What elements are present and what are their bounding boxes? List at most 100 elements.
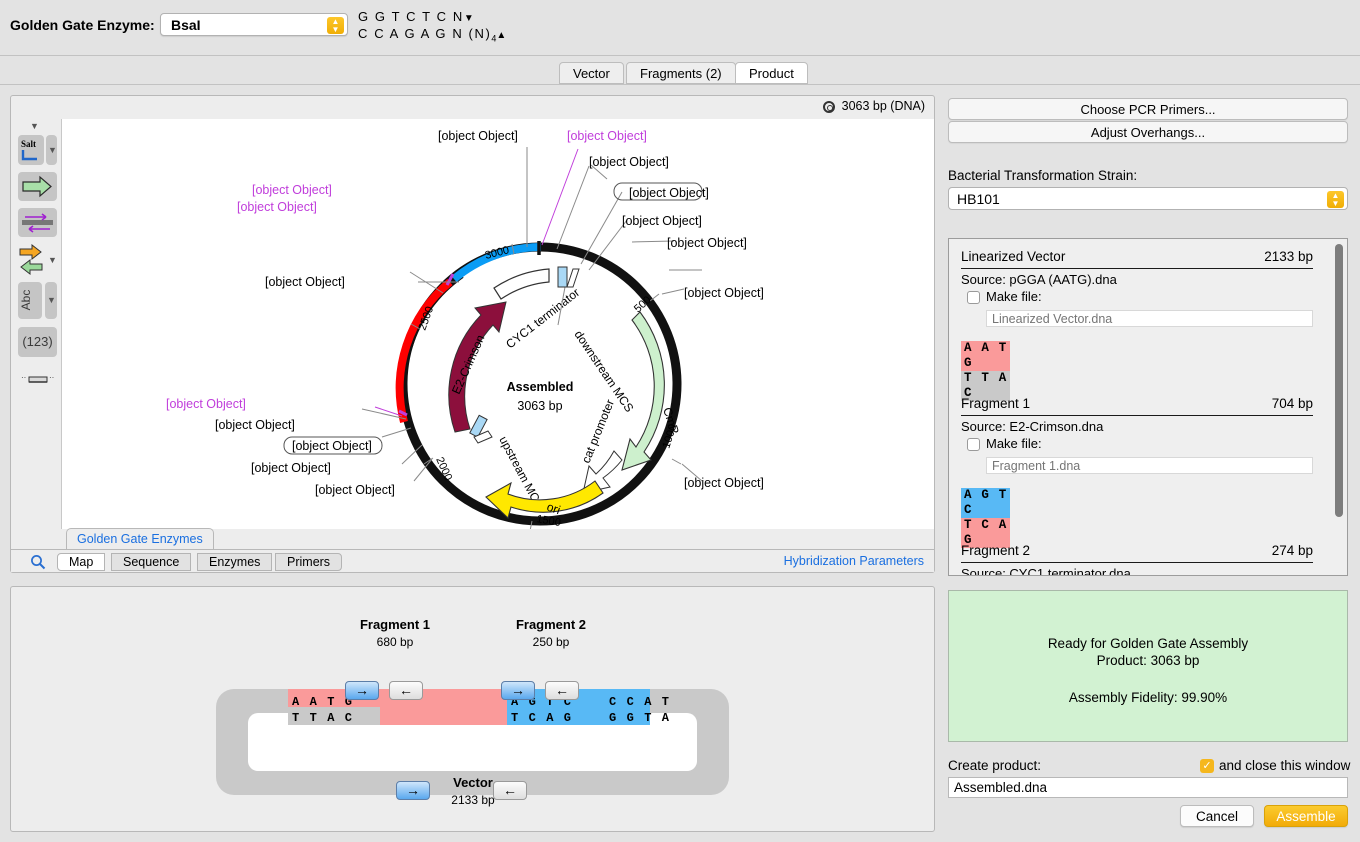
fragment-1-forward-button[interactable]: → — [345, 681, 379, 700]
toolbar-collapse-icon[interactable]: ▼ — [30, 121, 39, 131]
number-tool-button[interactable]: (123) — [18, 327, 57, 357]
map-label-frag2-rev: [object Object] — [567, 129, 647, 143]
green-arrow-icon — [22, 175, 52, 198]
chevron-down-icon: ▼ — [48, 145, 57, 155]
bacterial-strain-select[interactable]: HB101 ▲ ▼ — [948, 187, 1348, 210]
fragment-1-size: 680 bp — [377, 635, 414, 649]
enzyme-select[interactable]: BsaI ▲ ▼ — [160, 13, 348, 36]
plasmid-size: 3063 bp — [517, 399, 562, 413]
fragment-2-forward-button[interactable]: → — [501, 681, 535, 700]
svg-text:··: ·· — [49, 373, 54, 382]
enzyme-select-value: BsaI — [171, 17, 201, 33]
list-item-linearized-vector[interactable]: Linearized Vector 2133 bp Source: pGGA (… — [961, 249, 1313, 401]
cancel-button[interactable]: Cancel — [1180, 805, 1254, 827]
fragment-1-source: Source: E2-Crimson.dna — [961, 419, 1104, 434]
bacterial-strain-value: HB101 — [957, 191, 1000, 207]
primer-pair-icon — [22, 213, 53, 233]
map-label-bbsi-2558: [object Object] — [265, 275, 345, 289]
assemble-button[interactable]: Assemble — [1264, 805, 1348, 827]
tab-fragments[interactable]: Fragments (2) — [626, 62, 736, 84]
plasmid-map-canvas[interactable]: E2-Crimson CYC1 terminator downstream MC… — [61, 119, 934, 532]
cut-bottom-marker-icon: ▲ — [496, 30, 508, 41]
choose-pcr-primers-button[interactable]: Choose PCR Primers... — [948, 98, 1348, 120]
salt-tool-button[interactable]: Salt — [18, 135, 44, 165]
directional-arrows-tool-button[interactable] — [18, 243, 46, 276]
fragment-2-reverse-button[interactable]: ← — [545, 681, 579, 700]
golden-gate-enzyme-label: Golden Gate Enzyme: — [10, 17, 155, 33]
vector-size: 2133 bp — [451, 793, 495, 807]
adjust-overhangs-button[interactable]: Adjust Overhangs... — [948, 121, 1348, 143]
search-icon[interactable] — [30, 554, 46, 570]
view-tab-map[interactable]: Map — [57, 553, 106, 571]
tick-2500: 2500 — [417, 305, 437, 332]
fragment-1-header: Fragment 1 704 bp — [961, 396, 1313, 416]
abc-icon: Abc — [19, 290, 33, 311]
svg-text:Abc: Abc — [19, 290, 33, 311]
parts-list-scrollbar[interactable] — [1334, 243, 1344, 573]
status-line-fidelity: Assembly Fidelity: 99.90% — [1068, 690, 1228, 705]
tab-vector[interactable]: Vector — [559, 62, 624, 84]
list-item-fragment-1[interactable]: Fragment 1 704 bp Source: E2-Crimson.dna… — [961, 396, 1313, 548]
view-tab-sequence[interactable]: Sequence — [111, 553, 192, 571]
text-tool-button[interactable]: Abc — [18, 282, 42, 319]
fragment-diagram-panel[interactable]: A A T G T T A C A G T C T C A G C C A T … — [10, 586, 935, 832]
fragment-1-filename-input[interactable] — [986, 457, 1313, 474]
fragment-2-size: 274 bp — [1271, 543, 1313, 558]
recognition-site-display: G G T C T C N▼ C C A G A G N (N)4▲ — [358, 8, 508, 48]
close-window-checkbox[interactable]: ✓ — [1200, 759, 1214, 773]
list-item-fragment-2[interactable]: Fragment 2 274 bp Source: CYC1 terminato… — [961, 543, 1313, 575]
map-label-bbsi-2128: [object Object] — [215, 418, 295, 432]
linearized-vector-makefile-checkbox[interactable] — [967, 291, 980, 304]
fragment-1-size: 704 bp — [1271, 396, 1313, 411]
map-label-sp6-promoter: [object Object] — [292, 439, 372, 453]
assembly-parts-list[interactable]: Linearized Vector 2133 bp Source: pGGA (… — [948, 238, 1348, 576]
tick-1000: 1000 — [660, 423, 679, 450]
linearized-vector-makefile-row[interactable]: Make file: — [961, 289, 1313, 306]
linearized-vector-size: 2133 bp — [1264, 249, 1313, 264]
salt-tool-dropdown[interactable]: ▼ — [46, 135, 57, 165]
view-tab-primers[interactable]: Primers — [275, 553, 343, 571]
circular-dna-icon — [823, 101, 835, 113]
fragment-diagram-svg: A A T G T T A C A G T C T C A G C C A T … — [216, 617, 729, 807]
vector-reverse-button[interactable]: ← — [493, 781, 527, 800]
linearized-vector-header: Linearized Vector 2133 bp — [961, 249, 1313, 269]
map-label-bfuai-1994: [object Object] — [315, 483, 395, 497]
product-filename-input[interactable] — [948, 777, 1348, 798]
directional-arrows-dropdown-icon[interactable]: ▼ — [48, 255, 57, 265]
arrow-feature-tool-button[interactable] — [18, 172, 57, 201]
linearized-vector-filename-input[interactable] — [986, 310, 1313, 327]
map-label-bfuai-paqci: [object Object] — [251, 461, 331, 475]
salt-icon: Salt — [21, 139, 37, 161]
ruler-tool-button[interactable]: ·· ·· — [18, 371, 57, 387]
hybridization-parameters-link[interactable]: Hybridization Parameters — [784, 554, 924, 568]
map-panel-header: 3063 bp (DNA) — [11, 96, 934, 118]
enzyme-select-stepper-icon[interactable]: ▲ ▼ — [327, 17, 344, 34]
fragment-1-makefile-checkbox[interactable] — [967, 438, 980, 451]
map-label-bsmbi-63: [object Object] — [589, 155, 669, 169]
vector-forward-button[interactable]: → — [396, 781, 430, 800]
text-tool-dropdown[interactable]: ▼ — [45, 282, 57, 319]
plasmid-title: Assembled — [507, 380, 574, 394]
map-footer: Map Sequence Enzymes Primers Hybridizati… — [11, 549, 934, 572]
fragment-1-makefile-label: Make file: — [986, 436, 1042, 451]
create-product-label: Create product: — [948, 758, 1042, 773]
map-label-bsmbi-962: [object Object] — [684, 476, 764, 490]
primer-pair-tool-button[interactable] — [18, 208, 57, 237]
svg-text:··: ·· — [21, 373, 26, 382]
close-window-label: and close this window — [1219, 758, 1351, 773]
parts-list-scroll-thumb[interactable] — [1335, 244, 1343, 517]
fragment-1-name: Fragment 1 — [961, 396, 1031, 411]
recognition-site-bottom: C C A G A G N (N)4▲ — [358, 26, 508, 44]
tab-product[interactable]: Product — [735, 62, 808, 84]
fragment-1-reverse-button[interactable]: ← — [389, 681, 423, 700]
status-line-ready: Ready for Golden Gate Assembly — [1047, 636, 1249, 651]
linearized-vector-overhang: A A T G T T A C — [961, 341, 1010, 401]
map-toolbar: ▼ Salt ▼ ▼ Abc ▼ (123) ·· ·· — [12, 119, 61, 529]
fragment-1-makefile-row[interactable]: Make file: — [961, 436, 1313, 453]
golden-gate-enzymes-tab[interactable]: Golden Gate Enzymes — [66, 528, 214, 549]
status-line-product: Product: 3063 bp — [1096, 653, 1200, 668]
view-tab-enzymes[interactable]: Enzymes — [197, 553, 273, 571]
recognition-site-top: G G T C T C N▼ — [358, 9, 476, 24]
fragment-2-size: 250 bp — [533, 635, 570, 649]
bacterial-strain-stepper-icon[interactable]: ▲ ▼ — [1327, 191, 1344, 208]
